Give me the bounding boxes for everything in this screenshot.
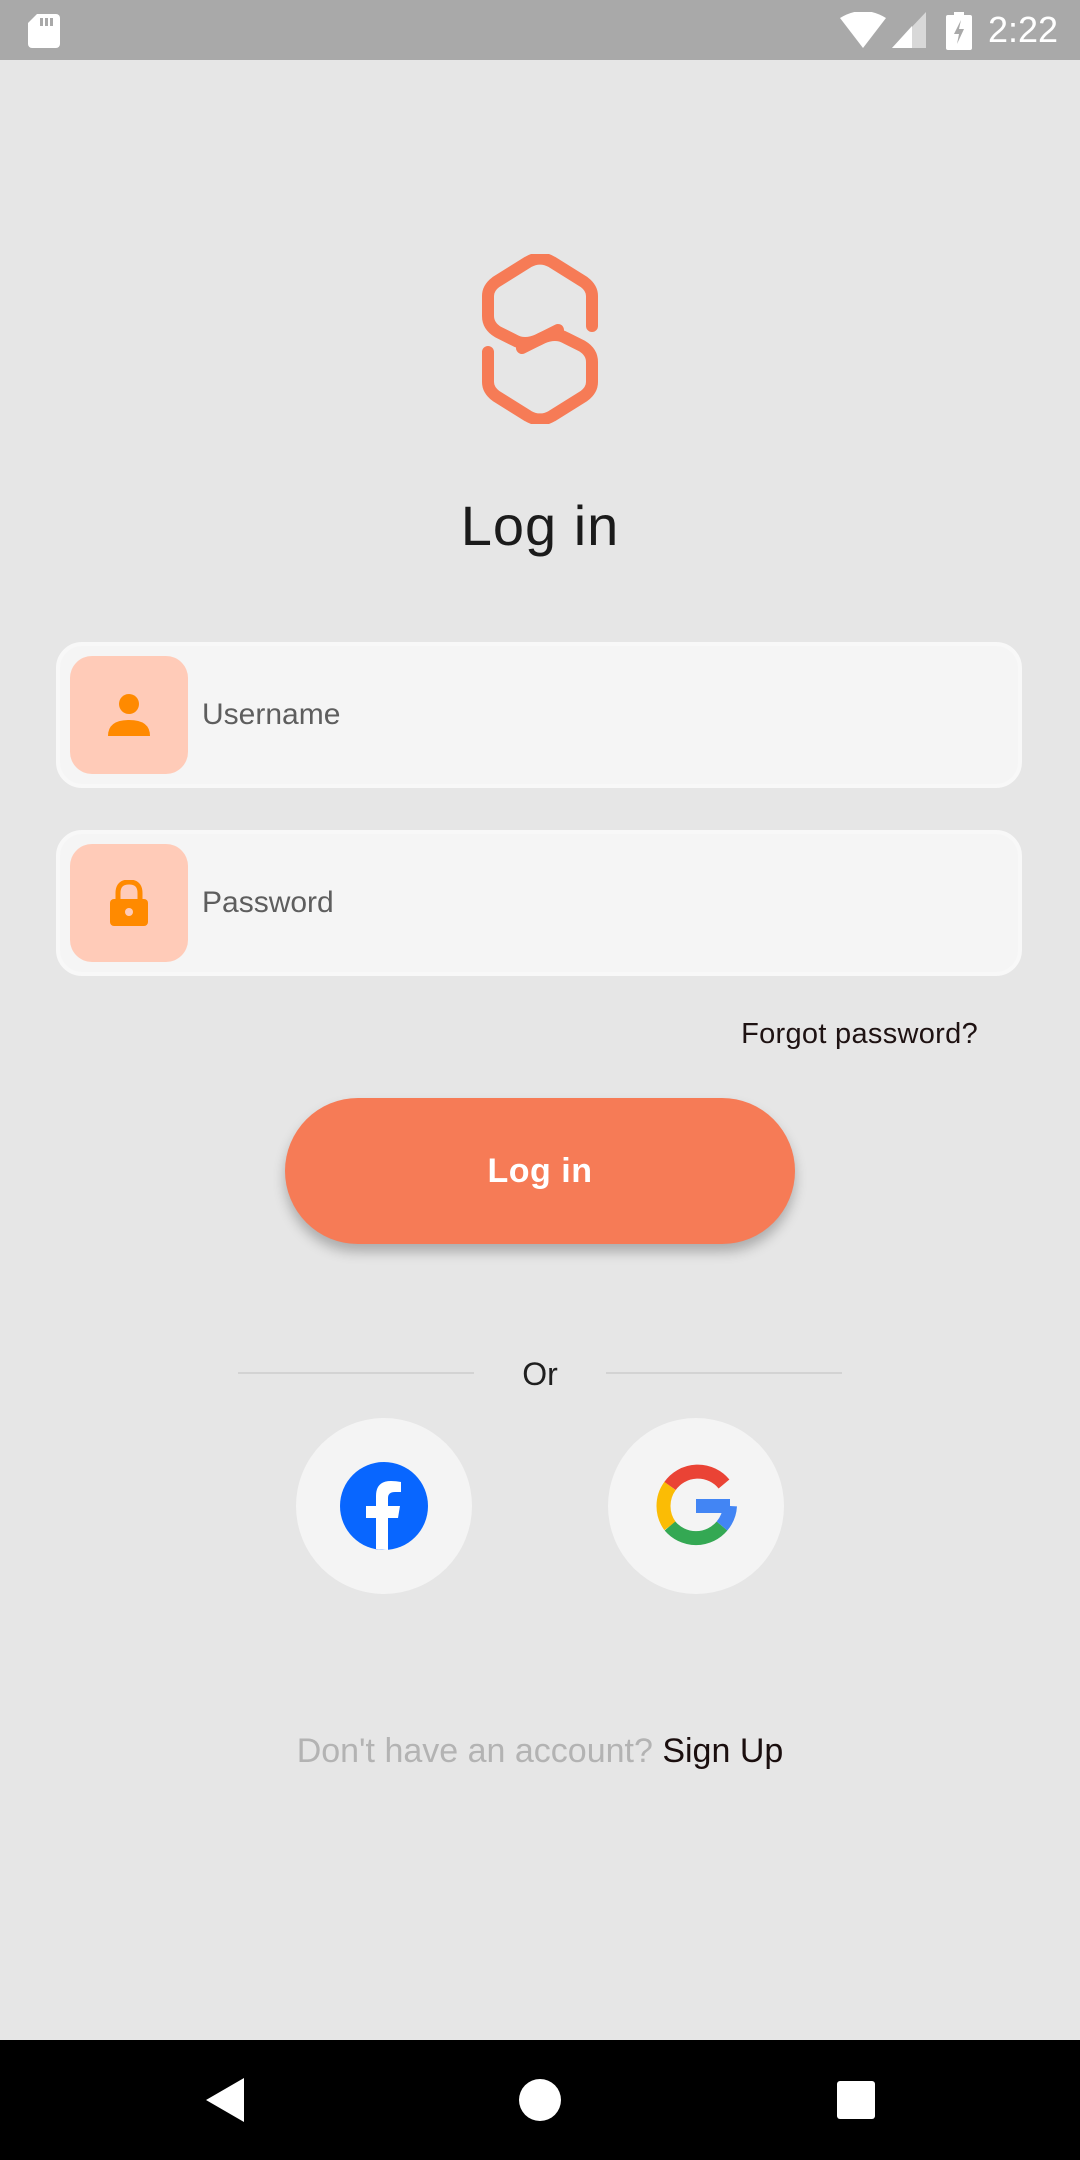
google-login-button[interactable]	[608, 1418, 784, 1594]
forgot-password-link[interactable]: Forgot password?	[741, 1012, 978, 1056]
password-field[interactable]	[56, 830, 1022, 976]
signup-row: Don't have an account? Sign Up	[0, 1726, 1080, 1776]
wifi-icon	[840, 12, 886, 48]
recents-icon[interactable]	[826, 2070, 886, 2130]
page-title: Log in	[460, 494, 620, 557]
status-bar: 2:22	[0, 0, 1080, 60]
facebook-login-button[interactable]	[296, 1418, 472, 1594]
divider-line-right	[606, 1372, 842, 1374]
person-icon	[108, 694, 150, 736]
cell-signal-icon	[892, 12, 926, 48]
signup-link[interactable]: Sign Up	[662, 1732, 783, 1770]
lock-icon	[110, 880, 148, 926]
status-time: 2:22	[988, 9, 1059, 50]
username-input[interactable]	[202, 646, 1002, 784]
signup-prompt: Don't have an account?	[296, 1732, 653, 1770]
password-input[interactable]	[202, 834, 1002, 972]
divider-line-left	[238, 1372, 474, 1374]
login-button[interactable]: Log in	[285, 1098, 795, 1244]
app-logo	[482, 254, 598, 424]
password-icon-tile	[70, 844, 188, 962]
username-icon-tile	[70, 656, 188, 774]
home-icon[interactable]	[510, 2070, 570, 2130]
battery-charging-icon	[946, 12, 972, 50]
divider-or-label: Or	[522, 1356, 558, 1392]
username-field[interactable]	[56, 642, 1022, 788]
google-icon	[656, 1464, 737, 1546]
navigation-bar	[0, 2040, 1080, 2160]
sd-card-icon	[28, 14, 60, 48]
facebook-icon	[340, 1462, 428, 1550]
back-icon[interactable]	[196, 2070, 256, 2130]
